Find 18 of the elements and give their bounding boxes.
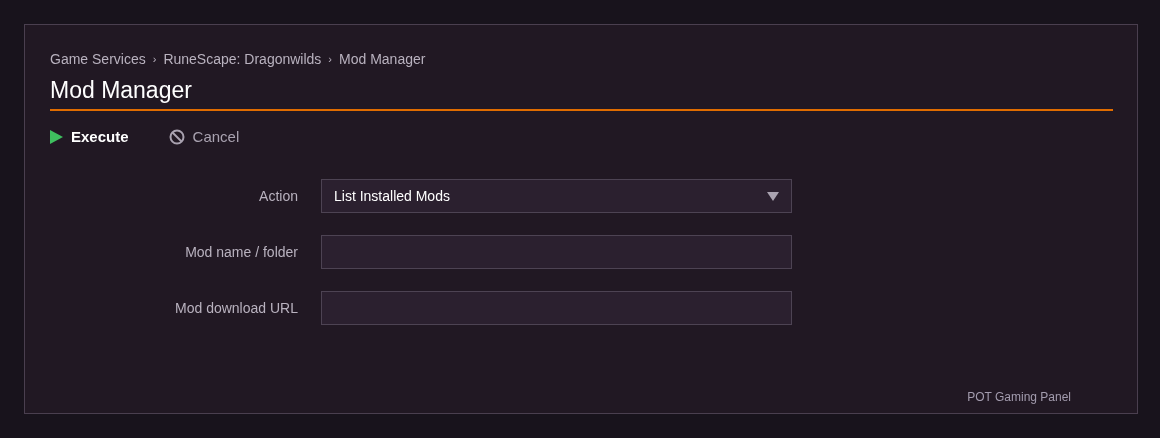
input-field[interactable] bbox=[321, 235, 792, 269]
cancel-icon bbox=[168, 129, 185, 145]
field-label: Mod name / folder bbox=[184, 242, 298, 262]
play-icon bbox=[50, 130, 63, 144]
input-field[interactable] bbox=[321, 291, 792, 325]
caret-icon bbox=[767, 191, 779, 201]
cancel-button[interactable]: Cancel bbox=[168, 125, 240, 149]
breadcrumb-item[interactable]: RuneScape: Dragonwilds bbox=[163, 48, 322, 70]
breadcrumb-separator: › bbox=[328, 51, 333, 67]
field-label: Mod download URL bbox=[174, 298, 298, 318]
action-dropdown[interactable]: List Installed Mods bbox=[321, 179, 792, 213]
breadcrumb-separator: › bbox=[152, 51, 157, 67]
breadcrumb-item[interactable]: Mod Manager bbox=[339, 48, 426, 70]
breadcrumb-item[interactable]: Game Services bbox=[50, 48, 146, 70]
execute-button[interactable]: Execute bbox=[50, 125, 129, 149]
page-title: Mod Manager bbox=[50, 76, 192, 105]
footer-text: POT Gaming Panel bbox=[967, 389, 1071, 406]
field-label: Action bbox=[258, 186, 298, 206]
